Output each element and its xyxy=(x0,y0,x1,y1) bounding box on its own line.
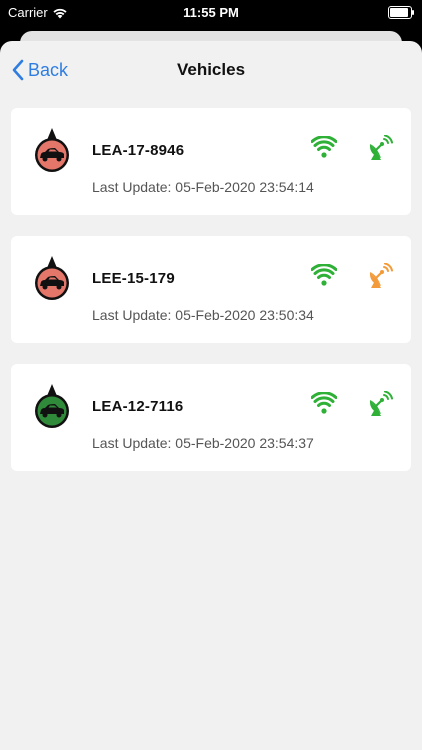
wifi-signal-icon xyxy=(311,392,337,414)
last-update-prefix: Last Update: xyxy=(92,435,172,451)
battery-icon xyxy=(388,6,414,19)
last-update-text: Last Update: 05-Feb-2020 23:50:34 xyxy=(92,307,314,323)
last-update-text: Last Update: 05-Feb-2020 23:54:14 xyxy=(92,179,314,195)
last-update-text: Last Update: 05-Feb-2020 23:54:37 xyxy=(92,435,314,451)
vehicle-card[interactable]: LEA-17-8946 Last Update: 05-Feb-2020 23:… xyxy=(11,108,411,215)
vehicles-sheet: Back Vehicles LEA-17-8946 Last Update: 0… xyxy=(0,41,422,750)
clock: 11:55 PM xyxy=(183,5,239,20)
vehicle-card[interactable]: LEA-12-7116 Last Update: 05-Feb-2020 23:… xyxy=(11,364,411,471)
vehicle-marker-icon xyxy=(35,384,69,428)
vehicle-marker-icon xyxy=(35,256,69,300)
satellite-dish-icon xyxy=(369,263,393,288)
last-update-prefix: Last Update: xyxy=(92,179,172,195)
wifi-signal-icon xyxy=(311,264,337,286)
last-update-prefix: Last Update: xyxy=(92,307,172,323)
vehicle-plate: LEA-12-7116 xyxy=(92,398,184,415)
status-bar: Carrier 11:55 PM xyxy=(0,0,422,26)
vehicle-card[interactable]: LEE-15-179 Last Update: 05-Feb-2020 23:5… xyxy=(11,236,411,343)
vehicle-plate: LEA-17-8946 xyxy=(92,142,185,159)
vehicle-marker-icon xyxy=(35,128,69,172)
last-update-time: 05-Feb-2020 23:50:34 xyxy=(175,307,314,323)
vehicle-plate: LEE-15-179 xyxy=(92,270,175,287)
satellite-dish-icon xyxy=(369,391,393,416)
navigation-bar: Back Vehicles xyxy=(0,41,422,99)
last-update-time: 05-Feb-2020 23:54:14 xyxy=(175,179,314,195)
satellite-dish-icon xyxy=(369,135,393,160)
wifi-signal-icon xyxy=(311,136,337,158)
last-update-time: 05-Feb-2020 23:54:37 xyxy=(175,435,314,451)
page-title: Vehicles xyxy=(176,60,246,79)
